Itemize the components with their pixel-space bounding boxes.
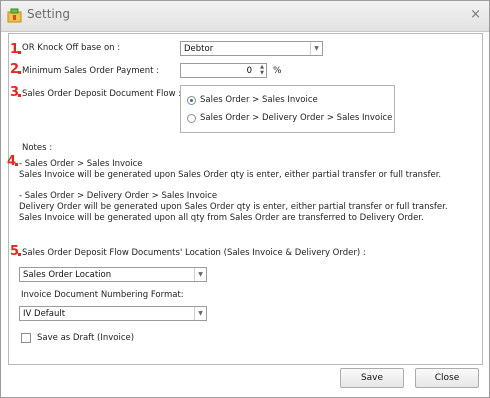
marker-dot [15, 163, 18, 166]
window-title: Setting [27, 7, 70, 21]
app-icon [7, 8, 22, 23]
settings-panel: 1 OR Knock Off base on : Debtor ▼ 2 Mini… [7, 33, 483, 365]
or-knock-off-select[interactable]: Debtor ▼ [180, 41, 323, 56]
location-select[interactable]: Sales Order Location ▼ [19, 267, 207, 282]
close-icon[interactable]: × [470, 7, 481, 22]
percent-unit: % [273, 66, 282, 76]
deposit-flow-radio-group: Sales Order > Sales Invoice Sales Order … [180, 85, 395, 133]
chevron-down-icon[interactable]: ▼ [194, 307, 206, 320]
notes-line: Sales Invoice will be generated upon Sal… [19, 170, 442, 180]
radio-so-do-si[interactable] [187, 114, 196, 123]
title-bar[interactable]: Setting × [1, 1, 489, 32]
marker-3: 3 [10, 85, 20, 100]
marker-dot [18, 51, 21, 54]
radio-so-si[interactable] [187, 96, 196, 105]
radio-so-si-label[interactable]: Sales Order > Sales Invoice [200, 95, 318, 105]
or-knock-off-label: OR Knock Off base on : [22, 43, 121, 53]
save-as-draft-checkbox[interactable] [21, 333, 31, 343]
notes-heading: Notes : [22, 143, 53, 153]
notes-line: - Sales Order > Sales Invoice [19, 159, 143, 169]
settings-dialog: Setting × 1 OR Knock Off base on : Debto… [0, 0, 490, 398]
numbering-label: Invoice Document Numbering Format: [21, 290, 184, 300]
chevron-down-icon[interactable]: ▼ [310, 42, 322, 55]
marker-2: 2 [10, 62, 20, 77]
deposit-flow-label: Sales Order Deposit Document Flow : [22, 89, 182, 99]
marker-dot [18, 71, 21, 74]
numbering-select[interactable]: IV Default ▼ [19, 306, 207, 321]
save-button[interactable]: Save [340, 368, 404, 388]
marker-4: 4 [7, 154, 17, 169]
marker-5: 5 [10, 244, 20, 259]
spinner-arrows-icon[interactable]: ▲ ▼ [260, 64, 264, 76]
notes-line: - Sales Order > Delivery Order > Sales I… [19, 191, 218, 201]
close-button[interactable]: Close [415, 368, 479, 388]
chevron-down-icon[interactable]: ▼ [194, 268, 206, 281]
radio-so-do-si-label[interactable]: Sales Order > Delivery Order > Sales Inv… [200, 113, 392, 123]
marker-1: 1 [10, 42, 20, 57]
marker-dot [18, 94, 21, 97]
location-label: Sales Order Deposit Flow Documents' Loca… [22, 248, 366, 258]
notes-line: Sales Invoice will be generated upon all… [19, 213, 424, 223]
min-payment-label: Minimum Sales Order Payment : [22, 66, 160, 76]
save-as-draft-label[interactable]: Save as Draft (Invoice) [37, 333, 134, 343]
min-payment-spinner[interactable]: 0 ▲ ▼ [180, 63, 267, 78]
marker-dot [18, 253, 21, 256]
notes-line: Delivery Order will be generated upon Sa… [19, 202, 448, 212]
